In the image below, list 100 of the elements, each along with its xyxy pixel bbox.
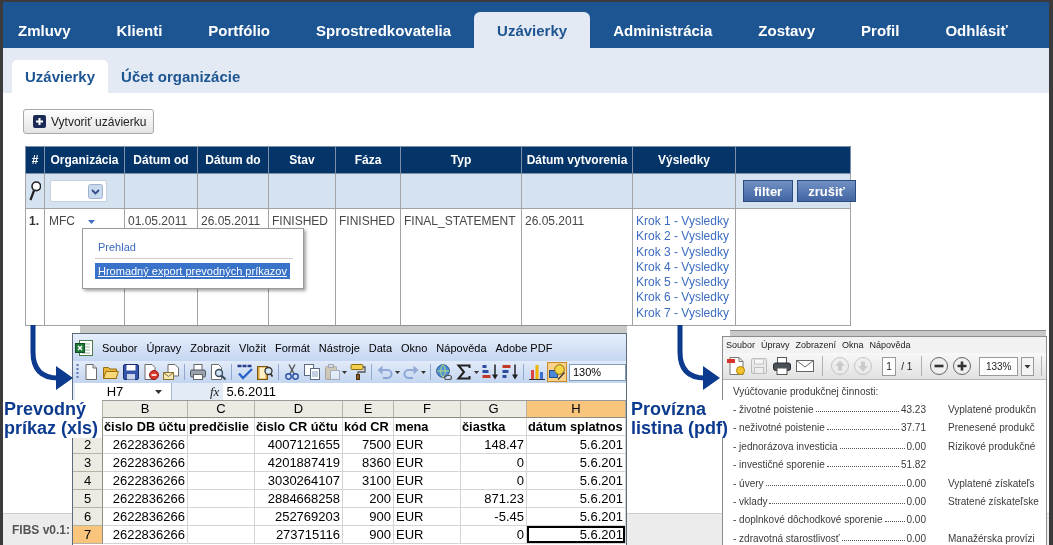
page-badge-icon[interactable]: [726, 356, 746, 376]
column-header[interactable]: H: [527, 401, 626, 418]
row-header[interactable]: 7: [73, 526, 103, 544]
menu-item[interactable]: Adobe PDF: [495, 341, 553, 354]
spreadsheet-cell: 2622836266: [103, 454, 188, 472]
create-closing-button[interactable]: Vytvoriť uzávierku: [23, 109, 155, 134]
sub-tab[interactable]: Účet organizácie: [108, 60, 254, 93]
folder-icon[interactable]: [103, 364, 119, 380]
page-prohibition-icon[interactable]: [143, 364, 159, 380]
row-header[interactable]: 5: [73, 490, 103, 508]
function-button[interactable]: fx: [210, 383, 220, 400]
zoom-in-icon[interactable]: [952, 356, 973, 376]
sub-tab[interactable]: Uzávierky: [12, 60, 109, 93]
table-cell: 26.05.2011: [521, 208, 633, 326]
spreadsheet-cell: 8360: [343, 454, 394, 472]
printer-icon[interactable]: [772, 356, 792, 376]
nav-tab[interactable]: Uzávierky: [474, 12, 591, 48]
caret-icon[interactable]: [474, 370, 479, 374]
item-value: 0.00: [906, 514, 926, 526]
column-header[interactable]: E: [343, 401, 394, 418]
page-envelope-icon[interactable]: [163, 364, 179, 380]
sort-descending-icon[interactable]: [502, 364, 518, 380]
blank-page-icon[interactable]: [83, 364, 99, 380]
cancel-button[interactable]: zrušiť: [797, 180, 856, 202]
results-link[interactable]: Krok 4 - Vysledky: [636, 259, 729, 276]
row-header[interactable]: 6: [73, 508, 103, 526]
menu-item[interactable]: Soubor: [726, 340, 756, 350]
book-magnifier-icon[interactable]: [257, 364, 273, 380]
sort-ascending-icon[interactable]: [482, 364, 498, 380]
column-header[interactable]: G: [461, 401, 527, 418]
zoom-field[interactable]: 130%: [569, 363, 626, 381]
page-magnifier-icon[interactable]: [210, 364, 226, 380]
item-label: - investičné sporenie: [733, 459, 825, 471]
nav-tab[interactable]: Administrácia: [590, 12, 736, 48]
filter-button[interactable]: filter: [743, 180, 794, 202]
sigma-icon[interactable]: [456, 364, 472, 380]
results-link[interactable]: Krok 6 - Vysledky: [636, 290, 729, 306]
menu-item[interactable]: Úpravy: [146, 341, 182, 354]
caret-icon[interactable]: [155, 389, 162, 394]
spellcheck-icon[interactable]: [237, 364, 253, 380]
menu-item[interactable]: Hromadný export prevodných príkazov: [95, 263, 290, 279]
spreadsheet-cell: EUR: [394, 526, 461, 544]
nav-tab[interactable]: Sprostredkovatelia: [293, 12, 475, 48]
column-header: Dátum do: [197, 146, 269, 174]
scissors-icon[interactable]: [284, 364, 300, 380]
results-link[interactable]: Krok 3 - Vysledky: [636, 244, 729, 260]
spreadsheet-cell: -5.45: [461, 508, 527, 526]
spreadsheet-icon[interactable]: [75, 339, 93, 356]
spreadsheet-cell: EUR: [394, 472, 461, 490]
chevron-down-icon[interactable]: [88, 183, 103, 199]
zoom-field[interactable]: 133%: [979, 356, 1018, 376]
menu-item[interactable]: Soubor: [102, 341, 138, 354]
nav-tab[interactable]: Odhlásiť: [922, 12, 1031, 48]
nav-tab[interactable]: Profil: [838, 12, 923, 48]
menu-item[interactable]: Vložit: [239, 341, 266, 354]
caret-icon[interactable]: [1021, 356, 1034, 376]
nav-tab[interactable]: Portfólio: [185, 12, 293, 48]
name-box[interactable]: H7: [75, 383, 172, 400]
menu-item[interactable]: Nástroje: [318, 341, 360, 354]
column-header[interactable]: B: [103, 401, 188, 418]
bar-chart-icon[interactable]: [529, 364, 545, 380]
spreadsheet-cell: 5.6.201: [527, 454, 626, 472]
results-link[interactable]: Krok 5 - Vysledky: [636, 275, 729, 291]
menu-item[interactable]: Nápověda: [869, 340, 911, 350]
globe-link-icon[interactable]: [436, 364, 452, 380]
menu-item[interactable]: Zobrazení: [795, 340, 837, 350]
menu-item[interactable]: Formát: [275, 341, 310, 354]
row-header[interactable]: 3: [73, 454, 103, 472]
spreadsheet-cell: 5.6.201: [527, 490, 626, 508]
paintbrush-icon[interactable]: [350, 364, 366, 380]
column-header[interactable]: C: [188, 401, 255, 418]
nav-tab[interactable]: Klienti: [93, 12, 186, 48]
results-link[interactable]: Krok 7 - Vysledky: [636, 305, 729, 322]
two-pages-icon[interactable]: [304, 364, 320, 380]
menu-item[interactable]: Nápověda: [436, 341, 487, 354]
row-header[interactable]: 4: [73, 472, 103, 490]
zoom-out-icon[interactable]: [929, 356, 950, 376]
results-link[interactable]: Krok 1 - Vysledky: [636, 214, 729, 230]
spreadsheet-cell: 5.6.201: [527, 472, 626, 490]
organization-name: MFC: [49, 214, 75, 229]
menu-item[interactable]: Okna: [842, 340, 864, 350]
results-link[interactable]: Krok 2 - Vysledky: [636, 229, 729, 245]
spreadsheet-cell: 2622836266: [103, 436, 188, 454]
summary-label: Rizikové produkčné: [948, 440, 1037, 452]
column-header[interactable]: D: [255, 401, 343, 418]
page-number-field[interactable]: 1: [882, 356, 897, 376]
grip-icon[interactable]: [76, 364, 79, 380]
column-header[interactable]: F: [394, 401, 461, 418]
spreadsheet-cell: 7500: [343, 436, 394, 454]
drawing-shapes-icon[interactable]: [547, 362, 567, 382]
formula-field[interactable]: 5.6.2011: [223, 383, 626, 400]
menu-item[interactable]: Okno: [401, 341, 428, 354]
menu-item[interactable]: Zobrazit: [190, 341, 231, 354]
menu-item[interactable]: Data: [368, 341, 393, 354]
menu-item[interactable]: Úpravy: [761, 340, 790, 350]
nav-tab[interactable]: Zostavy: [735, 12, 839, 48]
printer-icon[interactable]: [190, 364, 206, 380]
summary-label: Vyplatené produkčn: [948, 404, 1038, 416]
nav-tab[interactable]: Zmluvy: [3, 12, 94, 48]
document-heading: Vyúčtovanie produkčnej činnosti:: [733, 385, 880, 397]
